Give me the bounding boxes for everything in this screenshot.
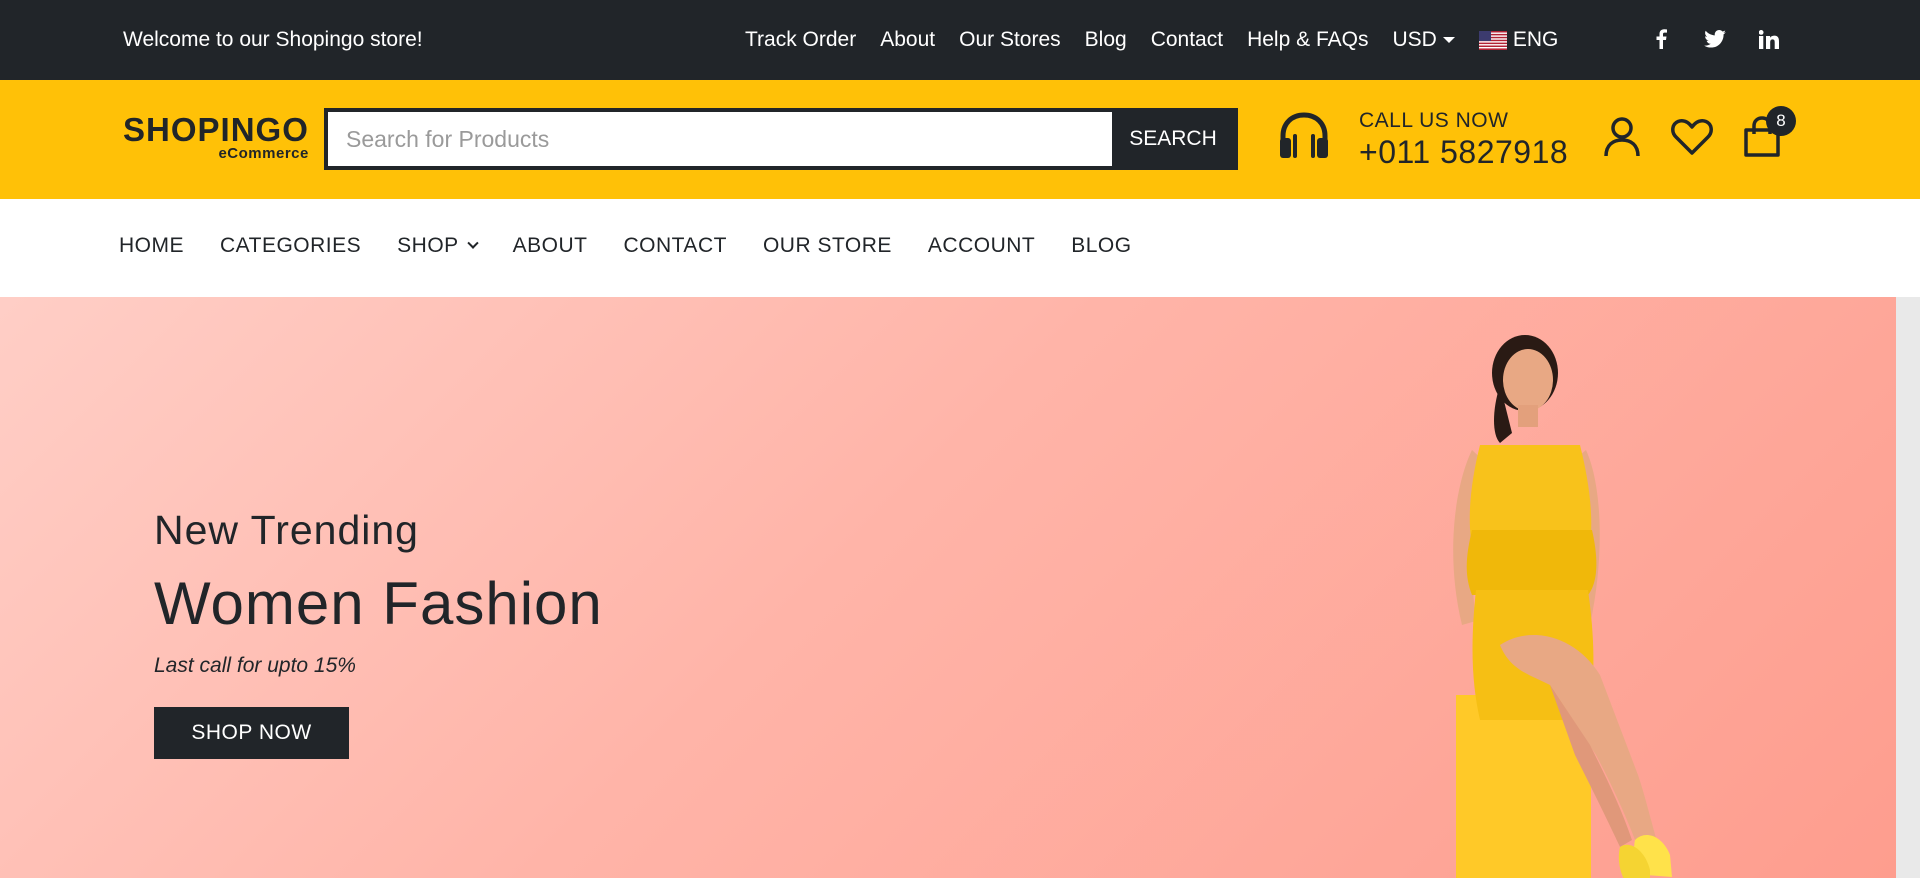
hero-model-image xyxy=(1453,335,1672,878)
search-button[interactable]: SEARCH xyxy=(1112,112,1234,166)
nav-our-store[interactable]: OUR STORE xyxy=(763,234,892,258)
us-flag-icon xyxy=(1478,30,1507,50)
nav-about[interactable]: ABOUT xyxy=(513,234,588,258)
our-stores-link[interactable]: Our Stores xyxy=(959,28,1061,52)
search-input[interactable] xyxy=(328,112,1112,166)
call-number[interactable]: +011 5827918 xyxy=(1359,132,1568,172)
twitter-icon[interactable] xyxy=(1700,24,1730,54)
cart-count-badge: 8 xyxy=(1766,106,1796,136)
shop-now-button[interactable]: SHOP NOW xyxy=(154,707,349,759)
nav-home[interactable]: HOME xyxy=(119,234,184,258)
top-bar: Welcome to our Shopingo store! Track Ord… xyxy=(0,0,1920,80)
about-link[interactable]: About xyxy=(880,28,935,52)
currency-dropdown[interactable]: USD xyxy=(1392,28,1455,52)
nav-categories[interactable]: CATEGORIES xyxy=(220,234,361,258)
hero-banner: New Trending Women Fashion Last call for… xyxy=(0,297,1896,878)
hero-subtitle: New Trending xyxy=(154,507,419,553)
nav-shop[interactable]: SHOP xyxy=(397,234,479,258)
nav-shop-label: SHOP xyxy=(397,234,459,257)
logo-main-text: SHOPINGO xyxy=(123,111,309,148)
headphones-icon xyxy=(1280,112,1328,158)
help-faqs-link[interactable]: Help & FAQs xyxy=(1247,28,1368,52)
main-nav: HOME CATEGORIES SHOP ABOUT CONTACT OUR S… xyxy=(0,199,1920,297)
welcome-text: Welcome to our Shopingo store! xyxy=(123,28,423,51)
language-selector[interactable]: ENG xyxy=(1478,28,1559,52)
linkedin-icon[interactable] xyxy=(1754,24,1784,54)
contact-link[interactable]: Contact xyxy=(1151,28,1223,52)
top-links: Track Order About Our Stores Blog Contac… xyxy=(745,28,1558,52)
nav-blog[interactable]: BLOG xyxy=(1071,234,1131,258)
facebook-icon[interactable] xyxy=(1646,24,1676,54)
caret-down-icon xyxy=(1442,37,1455,43)
logo-sub-text: eCommerce xyxy=(218,145,309,162)
nav-contact[interactable]: CONTACT xyxy=(624,234,727,258)
nav-account[interactable]: ACCOUNT xyxy=(928,234,1035,258)
hero-title: Women Fashion xyxy=(154,570,603,637)
track-order-link[interactable]: Track Order xyxy=(745,28,856,52)
heart-icon[interactable] xyxy=(1671,118,1713,156)
user-icon[interactable] xyxy=(1602,116,1642,158)
language-value: ENG xyxy=(1512,28,1559,51)
chevron-down-icon xyxy=(466,237,479,249)
currency-value: USD xyxy=(1392,28,1437,51)
blog-link[interactable]: Blog xyxy=(1085,28,1127,52)
hero-tagline: Last call for upto 15% xyxy=(154,654,356,677)
search-bar: SEARCH xyxy=(324,108,1238,170)
call-label: CALL US NOW xyxy=(1359,109,1509,132)
call-us: CALL US NOW +011 5827918 xyxy=(1359,110,1568,172)
logo[interactable]: SHOPINGO eCommerce xyxy=(123,111,309,162)
main-header: SHOPINGO eCommerce SEARCH CALL US NOW +0… xyxy=(0,80,1920,199)
